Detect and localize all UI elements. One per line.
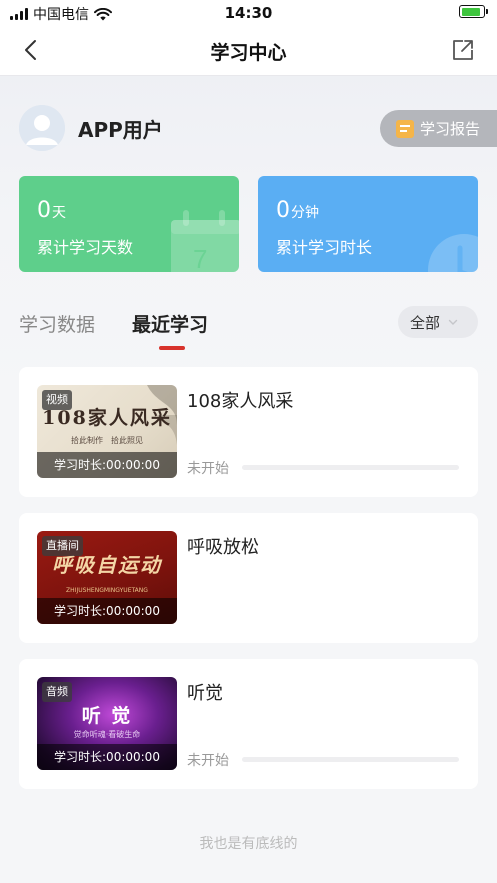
- status-bar: 中国电信 14:30: [0, 0, 497, 26]
- active-tab-indicator: [159, 346, 185, 350]
- stat-days-label: 累计学习天数: [37, 238, 134, 257]
- report-icon: [396, 119, 414, 138]
- course-title: 呼吸放松: [187, 537, 259, 558]
- stat-days-value: 0 天: [37, 198, 66, 223]
- progress-bar: [242, 757, 459, 762]
- progress-bar: [242, 465, 459, 470]
- course-status: 未开始: [187, 753, 229, 769]
- share-icon[interactable]: [451, 38, 475, 62]
- stat-days-unit: 天: [52, 205, 66, 221]
- media-type-badge: 直播间: [42, 536, 83, 556]
- tab-study-data[interactable]: 学习数据: [19, 310, 95, 337]
- study-report-button[interactable]: 学习报告: [380, 110, 497, 147]
- tab-recent-study[interactable]: 最近学习: [132, 310, 208, 337]
- filter-label: 全部: [410, 313, 441, 332]
- media-type-badge: 视频: [42, 390, 72, 410]
- svg-text:7: 7: [193, 244, 207, 272]
- chevron-down-icon: [448, 319, 458, 325]
- course-card[interactable]: 听 觉 觉命听魂·看破生命 音频 学习时长:00:00:00 听觉 未开始: [19, 659, 478, 789]
- thumbnail-subtitle: 觉命听魂·看破生命: [73, 730, 141, 739]
- tabs: 学习数据 最近学习 全部: [19, 306, 478, 353]
- stat-card-time: 0 分钟 累计学习时长: [258, 176, 478, 272]
- end-of-list-note: 我也是有底线的: [199, 836, 298, 852]
- course-thumbnail[interactable]: 108家人风采 拾此制作 拾此照见 视频 学习时长:00:00:00: [37, 385, 177, 478]
- stat-card-days: 7 0 天 累计学习天数: [19, 176, 239, 272]
- status-time: 14:30: [224, 4, 273, 22]
- stat-days-number: 0: [37, 198, 51, 223]
- battery-icon: [459, 5, 488, 18]
- study-duration: 学习时长:00:00:00: [37, 744, 177, 770]
- username: APP用户: [78, 117, 163, 142]
- course-thumbnail[interactable]: 呼吸自运动 ZHIJUSHENGMINGYUETANG 直播间 学习时长:00:…: [37, 531, 177, 624]
- status-right: [459, 5, 488, 18]
- thumbnail-title: 听 觉: [81, 705, 133, 727]
- stat-time-unit: 分钟: [291, 205, 319, 221]
- stat-time-label: 累计学习时长: [276, 238, 373, 257]
- stat-time-value: 0 分钟: [276, 198, 319, 223]
- calendar-icon: 7: [171, 210, 239, 272]
- course-status: 未开始: [187, 461, 229, 477]
- avatar[interactable]: [19, 105, 65, 151]
- profile-header: APP用户: [19, 104, 163, 152]
- thumbnail-subtitle: 拾此制作 拾此照见: [71, 436, 143, 445]
- page-title: 学习中心: [210, 42, 287, 64]
- thumbnail-subtitle: ZHIJUSHENGMINGYUETANG: [66, 587, 148, 594]
- nav-bar: 学习中心: [0, 26, 497, 76]
- course-thumbnail[interactable]: 听 觉 觉命听魂·看破生命 音频 学习时长:00:00:00: [37, 677, 177, 770]
- media-type-badge: 音频: [42, 682, 72, 702]
- study-duration: 学习时长:00:00:00: [37, 598, 177, 624]
- stat-time-number: 0: [276, 198, 290, 223]
- study-report-label: 学习报告: [420, 120, 481, 138]
- course-title: 108家人风采: [187, 391, 294, 412]
- clock-icon: [428, 234, 478, 272]
- course-title: 听觉: [187, 683, 223, 704]
- filter-dropdown[interactable]: 全部: [398, 306, 478, 338]
- study-duration: 学习时长:00:00:00: [37, 452, 177, 478]
- course-card[interactable]: 呼吸自运动 ZHIJUSHENGMINGYUETANG 直播间 学习时长:00:…: [19, 513, 478, 643]
- user-icon: [19, 105, 65, 151]
- course-card[interactable]: 108家人风采 拾此制作 拾此照见 视频 学习时长:00:00:00 108家人…: [19, 367, 478, 497]
